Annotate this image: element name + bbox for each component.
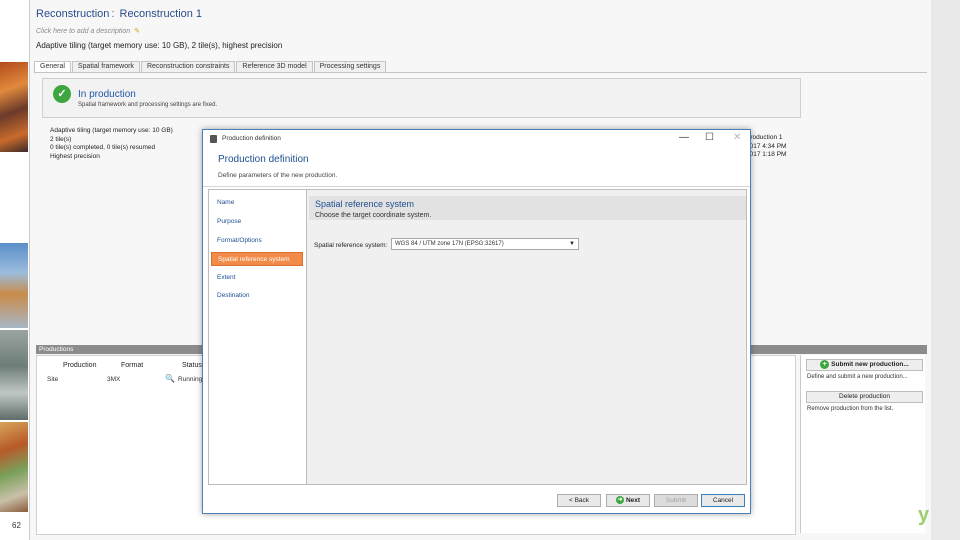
section-title: Spatial reference system — [315, 199, 415, 209]
step-extent[interactable]: Extent — [211, 271, 303, 285]
step-format-options[interactable]: Format/Options — [211, 234, 303, 248]
submit-production-button[interactable]: + Submit new production... — [806, 359, 923, 371]
next-label: Next — [625, 497, 641, 504]
status-banner: ✓ In production Spatial framework and pr… — [42, 78, 801, 118]
section-subtitle: Choose the target coordinate system. — [315, 212, 432, 219]
production-info: Production 1 2017 4:34 PM 2017 1:18 PM — [746, 134, 786, 160]
productions-actions: + Submit new production... Define and sub… — [800, 355, 925, 533]
pencil-icon[interactable]: ✎ — [134, 28, 140, 35]
photo-tile-4 — [0, 422, 28, 512]
window-minimize-icon[interactable]: — — [679, 132, 689, 143]
app-icon — [210, 135, 217, 143]
srs-label: Spatial reference system: — [314, 242, 388, 249]
step-destination[interactable]: Destination — [211, 289, 303, 303]
description-hint[interactable]: Click here to add a description ✎ — [36, 27, 140, 35]
next-arrow-icon: ➜ — [615, 496, 624, 505]
magnifier-icon[interactable]: 🔍 — [165, 374, 175, 383]
table-cell-format[interactable]: 3MX — [107, 376, 120, 383]
cancel-button[interactable]: Cancel — [701, 494, 745, 507]
next-button[interactable]: ➜ Next — [606, 494, 650, 507]
slide: 62 Reconstruction: Reconstruction 1 Clic… — [0, 0, 960, 540]
dialog-header: Production definition — [218, 154, 309, 165]
photo-tile-1 — [0, 62, 28, 152]
check-icon: ✓ — [53, 85, 71, 103]
right-margin — [931, 0, 960, 540]
submit-production-desc: Define and submit a new production... — [807, 374, 908, 380]
section-header: Spatial reference system Choose the targ… — [309, 196, 746, 220]
info-line: 2017 4:34 PM — [746, 142, 787, 150]
srs-select[interactable]: WGS 84 / UTM zone 17N (EPSG:32617) ▼ — [391, 238, 579, 250]
tab-underline — [34, 72, 927, 73]
step-name[interactable]: Name — [211, 196, 303, 210]
photo-tile-2 — [0, 243, 28, 328]
dialog-titlebar[interactable]: Production definition — ☐ ✕ — [203, 130, 750, 148]
dialog-window-title: Production definition — [222, 135, 281, 142]
wizard-steps: Name Purpose Format/Options Spatial refe… — [209, 190, 307, 484]
title-current: Reconstruction 1 — [119, 8, 203, 20]
dialog-footer: < Back ➜ Next Submit Cancel — [203, 488, 750, 513]
plus-icon: + — [820, 360, 830, 369]
dialog-subheader: Define parameters of the new production. — [218, 172, 338, 179]
info-line: 2 tile(s) — [50, 135, 72, 143]
info-line: 0 tile(s) completed, 0 tile(s) resumed — [50, 144, 156, 151]
table-cell-status[interactable]: Running — [178, 376, 202, 383]
window-maximize-icon[interactable]: ☐ — [705, 132, 714, 143]
delete-production-button[interactable]: Delete production — [806, 391, 923, 403]
table-cell-production[interactable]: Site — [47, 376, 58, 383]
window-close-icon[interactable]: ✕ — [733, 132, 741, 143]
page-number: 62 — [12, 521, 21, 530]
title-link-reconstruction[interactable]: Reconstruction — [36, 8, 109, 20]
info-line: 2017 1:18 PM — [746, 151, 787, 158]
submit-production-label: Submit new production... — [831, 361, 909, 369]
column-header-status[interactable]: Status — [182, 362, 202, 369]
column-header-format[interactable]: Format — [121, 362, 143, 369]
photo-strip — [0, 0, 28, 540]
step-purpose[interactable]: Purpose — [211, 215, 303, 229]
status-title: In production — [78, 89, 136, 100]
reconstruction-summary: Adaptive tiling (target memory use: 10 G… — [36, 41, 283, 50]
status-subtitle: Spatial framework and processing setting… — [78, 102, 218, 108]
back-button[interactable]: < Back — [557, 494, 601, 507]
dialog-body: Name Purpose Format/Options Spatial refe… — [208, 189, 747, 485]
tiling-info: Adaptive tiling (target memory use: 10 G… — [50, 127, 173, 161]
srs-value: WGS 84 / UTM zone 17N (EPSG:32617) — [395, 241, 504, 247]
submit-button[interactable]: Submit — [654, 494, 698, 507]
info-line: Production 1 — [746, 134, 783, 141]
dropdown-arrow-icon[interactable]: ▼ — [569, 239, 575, 249]
description-hint-text: Click here to add a description — [36, 28, 131, 35]
step-content: Spatial reference system Choose the targ… — [309, 190, 746, 484]
photo-tile-3 — [0, 330, 28, 420]
title-separator: : — [111, 8, 115, 20]
delete-production-desc: Remove production from the list. — [807, 406, 894, 412]
brand-logo-fragment: y — [918, 504, 930, 526]
production-definition-dialog: Production definition — ☐ ✕ Production d… — [202, 129, 751, 514]
page-title: Reconstruction: Reconstruction 1 — [36, 8, 202, 20]
column-header-production[interactable]: Production — [63, 362, 96, 369]
info-line: Adaptive tiling (target memory use: 10 G… — [50, 127, 173, 134]
divider — [203, 186, 750, 187]
info-line: Highest precision — [50, 152, 100, 160]
step-spatial-reference-system[interactable]: Spatial reference system — [211, 252, 303, 266]
